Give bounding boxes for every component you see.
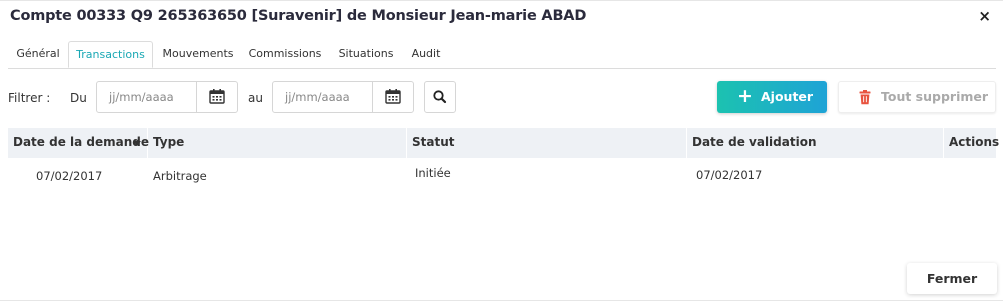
- plus-icon: +: [737, 85, 753, 107]
- filter-label: Filtrer :: [8, 91, 51, 105]
- tab-transactions[interactable]: Transactions: [68, 41, 153, 68]
- add-button[interactable]: + Ajouter: [717, 81, 827, 113]
- column-header-actions: Actions: [944, 128, 1000, 158]
- date-to-placeholder: jj/mm/aaaa: [285, 90, 350, 104]
- column-header-label: Actions: [949, 135, 1000, 149]
- date-from-placeholder: jj/mm/aaaa: [109, 90, 174, 104]
- cell-statut: Initiée: [415, 166, 451, 180]
- tab-bar: Général Transactions Mouvements Commissi…: [8, 41, 996, 69]
- column-header-statut[interactable]: Statut: [407, 128, 687, 158]
- tab-mouvements[interactable]: Mouvements: [159, 41, 237, 68]
- tab-commissions[interactable]: Commissions: [245, 41, 325, 68]
- cell-type: Arbitrage: [153, 169, 207, 183]
- tab-situations[interactable]: Situations: [334, 41, 398, 68]
- column-header-label: Type: [153, 135, 185, 149]
- column-header-date-demande[interactable]: Date de la demande: [8, 128, 150, 158]
- calendar-icon[interactable]: [196, 82, 237, 112]
- from-label: Du: [70, 91, 87, 105]
- tab-audit[interactable]: Audit: [406, 41, 446, 68]
- date-from-field[interactable]: jj/mm/aaaa: [96, 81, 238, 113]
- column-header-label: Date de la demande: [13, 135, 150, 149]
- column-header-type[interactable]: Type: [148, 128, 407, 158]
- calendar-icon[interactable]: [372, 82, 413, 112]
- column-header-label: Date de validation: [692, 135, 817, 149]
- transactions-dialog: Compte 00333 Q9 265363650 [Suravenir] de…: [0, 0, 1003, 302]
- cell-date-demande: 07/02/2017: [36, 169, 103, 183]
- column-header-label: Statut: [412, 135, 455, 149]
- search-button[interactable]: [424, 81, 456, 113]
- close-icon[interactable]: ×: [978, 7, 991, 25]
- delete-all-button[interactable]: Tout supprimer: [838, 81, 996, 113]
- table-header: Date de la demande Type Statut Date de v…: [8, 128, 1000, 158]
- date-to-field[interactable]: jj/mm/aaaa: [272, 81, 414, 113]
- delete-all-label: Tout supprimer: [881, 89, 989, 104]
- to-label: au: [248, 91, 263, 105]
- column-header-date-validation[interactable]: Date de validation: [687, 128, 944, 158]
- cell-date-validation: 07/02/2017: [696, 168, 763, 182]
- trash-icon: [858, 90, 872, 108]
- search-icon: [433, 90, 447, 104]
- sort-down-icon: [133, 141, 141, 146]
- dialog-title: Compte 00333 Q9 265363650 [Suravenir] de…: [10, 8, 587, 24]
- add-button-label: Ajouter: [761, 89, 814, 104]
- close-button[interactable]: Fermer: [907, 263, 997, 294]
- tab-general[interactable]: Général: [10, 41, 66, 68]
- dialog-bottom-divider: [0, 300, 1003, 301]
